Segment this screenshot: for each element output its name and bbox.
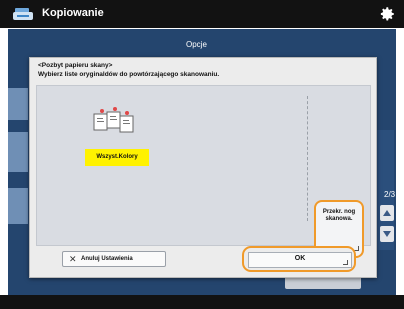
top-bar: Kopiowanie bbox=[0, 0, 404, 28]
documents-icon bbox=[93, 107, 134, 133]
scroll-down-button[interactable] bbox=[380, 226, 394, 242]
scan-dialog: <Pozbyt papieru skany> Wybierz liste ory… bbox=[29, 57, 377, 278]
background-row bbox=[8, 88, 28, 120]
app-title: Kopiowanie bbox=[42, 7, 104, 19]
all-colors-button[interactable]: Wszyst.Kolory bbox=[85, 149, 149, 166]
panel-divider bbox=[307, 96, 308, 221]
background-row bbox=[8, 132, 28, 172]
background-row bbox=[8, 188, 28, 224]
background-tab-label: Opcje bbox=[186, 40, 207, 49]
dialog-title: <Pozbyt papieru skany> bbox=[38, 62, 113, 69]
copy-app-icon bbox=[13, 8, 33, 20]
ok-button[interactable]: OK bbox=[242, 246, 356, 272]
cancel-settings-label: Anuluj Ustawienia bbox=[81, 256, 133, 262]
close-icon: ✕ bbox=[69, 254, 77, 264]
page-counter: 2/3 bbox=[384, 190, 396, 199]
cancel-settings-button[interactable]: ✕ Anuluj Ustawienia bbox=[62, 251, 166, 267]
gear-icon[interactable] bbox=[378, 5, 396, 23]
ok-button-face: OK bbox=[248, 252, 352, 268]
next-scan-label: Przekr. nog skanowa. bbox=[322, 209, 356, 222]
bottom-strip bbox=[0, 295, 404, 309]
ok-label: OK bbox=[294, 255, 306, 262]
dialog-subtitle: Wybierz liste oryginaldów do powtórzając… bbox=[38, 71, 220, 78]
scroll-up-button[interactable] bbox=[380, 205, 394, 221]
options-panel: Wszyst.Kolory Przekr. nog skanowa. bbox=[36, 85, 371, 258]
corner-mark-icon bbox=[343, 260, 348, 265]
